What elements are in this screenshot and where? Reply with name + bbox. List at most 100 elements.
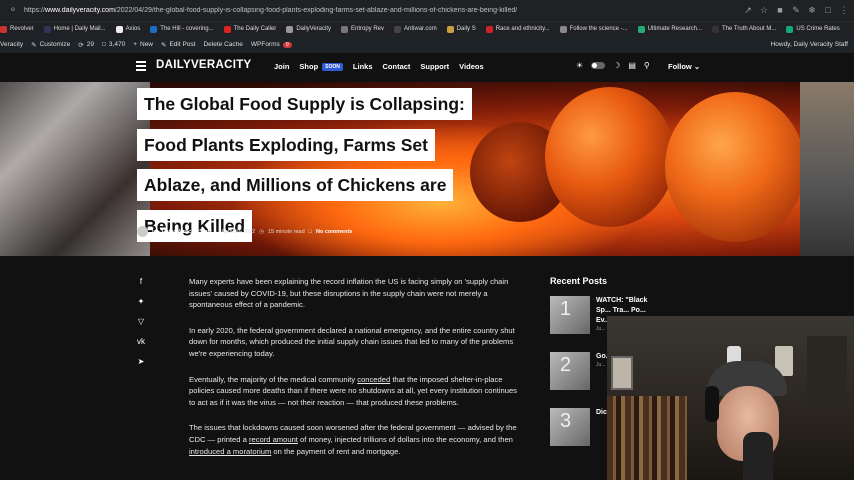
admin-wpforms[interactable]: WPForms 9 — [251, 41, 292, 48]
paragraph: The issues that lockdowns caused soon wo… — [189, 422, 519, 457]
admin-site-label: Veracity — [0, 41, 24, 48]
bookmark-favicon-icon — [712, 25, 720, 33]
hamburger-menu-icon[interactable] — [136, 61, 146, 71]
menu-dots-icon[interactable]: ⋮ — [838, 4, 850, 16]
bookmark-favicon-icon — [150, 25, 158, 33]
admin-updates[interactable]: ⟳ 29 — [78, 41, 94, 49]
admin-new[interactable]: + New — [133, 41, 153, 48]
nav-links[interactable]: Links — [353, 62, 373, 71]
search-icon[interactable]: ⚲ — [644, 61, 650, 70]
extension-icon[interactable]: ■ — [774, 4, 786, 16]
bookmark-item[interactable]: Revolver — [0, 25, 34, 33]
share-icon[interactable]: ↗ — [742, 4, 754, 16]
soon-badge: SOON — [322, 62, 343, 71]
bookmark-item[interactable]: The Truth About M... — [712, 25, 777, 33]
twitter-icon[interactable]: ✦ — [136, 296, 146, 306]
bookmark-item[interactable]: Daily S — [446, 25, 476, 33]
bookmark-item[interactable]: Ultimate Research... — [637, 25, 702, 33]
nav-join[interactable]: Join — [274, 62, 289, 71]
comment-icon: □ — [308, 228, 312, 235]
link-record-amount[interactable]: record amount — [249, 435, 298, 444]
post-thumbnail[interactable]: 1 — [550, 296, 590, 334]
bookmark-label: The Daily Caller — [233, 26, 277, 32]
link-moratorium[interactable]: introduced a moratorium — [189, 447, 271, 456]
bookshelf-graphic — [607, 396, 687, 480]
admin-delete-cache-label: Delete Cache — [203, 41, 243, 48]
bookmark-item[interactable]: Home | Daily Mail... — [43, 25, 106, 33]
admin-comments-count: 3,470 — [108, 41, 126, 48]
telegram-icon[interactable]: ➤ — [136, 356, 146, 366]
wpforms-count-badge: 9 — [282, 41, 292, 48]
bookmark-label: The Truth About M... — [722, 26, 777, 32]
lock-icon: ⚬ — [8, 5, 18, 16]
site-logo[interactable]: DAILYVERACITY — [156, 59, 252, 71]
bookmark-label: Antiwar.com — [404, 26, 437, 32]
nav-support[interactable]: Support — [420, 62, 449, 71]
paragraph: Eventually, the majority of the medical … — [189, 374, 519, 409]
pocket-icon[interactable]: ▽ — [136, 316, 146, 326]
bookmark-item[interactable]: Entropy Rev — [341, 25, 384, 33]
bookmark-favicon-icon — [559, 25, 567, 33]
by-label: by — [152, 228, 158, 235]
tomato-graphic — [545, 87, 675, 227]
url-path: /2022/04/29/the-global-food-supply-is-co… — [114, 7, 518, 14]
article-meta: by Daily Veracity Staff · April 29, 2022… — [137, 226, 352, 237]
pen-icon[interactable]: ✎ — [790, 4, 802, 16]
picture-frame-graphic — [611, 356, 633, 390]
webcam-overlay — [607, 316, 854, 480]
article-body: Many experts have been explaining the re… — [189, 276, 519, 471]
bookmark-item[interactable]: Axios — [115, 25, 140, 33]
comments-link[interactable]: No comments — [316, 229, 352, 235]
author-avatar[interactable] — [137, 226, 148, 237]
sidebar-icon[interactable]: □ — [822, 4, 834, 16]
nav-shop[interactable]: Shop — [299, 62, 318, 71]
nav-contact[interactable]: Contact — [383, 62, 411, 71]
bookmark-item[interactable]: The Daily Caller — [223, 25, 277, 33]
bookmark-label: Home | Daily Mail... — [53, 26, 106, 32]
bookmark-favicon-icon — [341, 25, 348, 33]
wp-admin-bar: Veracity ✎ Customize ⟳ 29 □ 3,470 + New ✎ Edi… — [0, 36, 854, 53]
sun-icon: ☀ — [576, 61, 584, 70]
clock-icon: ◷ — [259, 228, 264, 235]
bookmark-favicon-icon — [286, 25, 294, 33]
bookmark-favicon-icon — [115, 25, 123, 33]
admin-delete-cache[interactable]: Delete Cache — [203, 41, 242, 48]
bookmark-favicon-icon — [786, 25, 794, 33]
author-name[interactable]: Daily Veracity Staff — [162, 229, 212, 235]
admin-site-name[interactable]: Veracity — [0, 41, 23, 48]
nav-videos[interactable]: Videos — [459, 62, 483, 71]
admin-new-label: New — [140, 41, 154, 48]
post-number: 2 — [560, 354, 572, 376]
bookmark-item[interactable]: The Hill - covering... — [150, 25, 214, 33]
admin-edit-post-label: Edit Post — [169, 41, 196, 48]
bookmark-item[interactable]: Antiwar.com — [394, 25, 437, 33]
background-object-graphic — [807, 336, 847, 406]
bookmark-item[interactable]: US Crime Rates — [786, 25, 840, 33]
paragraph-text: on the payment of rent and mortgage. — [271, 446, 401, 456]
bookmark-star-icon[interactable]: ☆ — [758, 4, 770, 16]
admin-customize[interactable]: ✎ Customize — [31, 41, 70, 49]
dark-mode-toggle[interactable] — [591, 62, 606, 69]
hen-graphic — [0, 82, 150, 256]
post-thumbnail[interactable]: 2 — [550, 352, 590, 390]
bookmark-favicon-icon — [0, 25, 7, 33]
bookmark-label: Daily S — [456, 26, 476, 32]
admin-howdy[interactable]: Howdy, Daily Veracity Staff — [771, 41, 848, 48]
admin-edit-post[interactable]: ✎ Edit Post — [161, 41, 195, 49]
bookmark-favicon-icon — [43, 25, 51, 33]
bookmark-item[interactable]: Race and ethnicity... — [485, 25, 550, 33]
puzzle-icon[interactable]: ❄ — [806, 4, 818, 16]
url-text[interactable]: https://www.dailyveracity.com/2022/04/29… — [24, 7, 744, 14]
url-host: www.dailyveracity.com — [45, 7, 115, 14]
facebook-icon[interactable]: f — [136, 276, 146, 286]
bookmark-item[interactable]: DailyVeracity — [286, 25, 331, 33]
admin-comments[interactable]: □ 3,470 — [102, 41, 125, 48]
admin-howdy-label: Howdy, Daily Veracity Staff — [770, 41, 848, 48]
vk-icon[interactable]: vk — [136, 336, 146, 346]
reader-icon[interactable]: ▤ — [628, 61, 636, 70]
link-conceded[interactable]: conceded — [357, 375, 390, 384]
browser-address-bar[interactable]: ⚬ https://www.dailyveracity.com/2022/04/… — [0, 0, 854, 22]
bookmark-item[interactable]: Follow the science -... — [559, 25, 628, 33]
post-thumbnail[interactable]: 3 — [550, 408, 590, 446]
follow-button[interactable]: Follow ⌄ — [668, 62, 700, 71]
